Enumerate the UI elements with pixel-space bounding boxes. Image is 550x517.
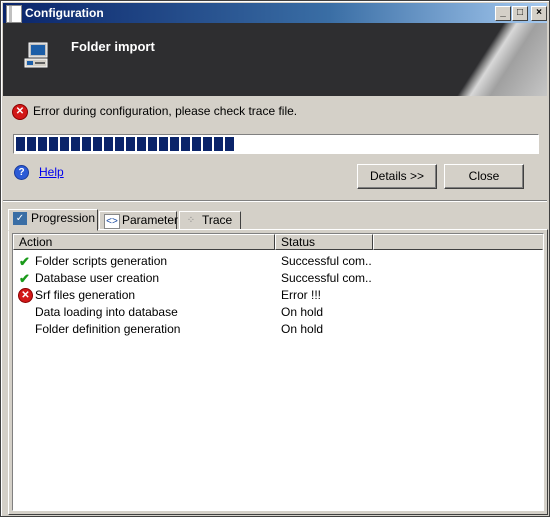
action-cell: Folder definition generation xyxy=(35,322,181,336)
tab-parameter[interactable]: <> Parameter xyxy=(99,211,179,231)
progress-segment xyxy=(38,137,47,151)
progress-segment xyxy=(16,137,25,151)
checkmark-icon: ✔ xyxy=(19,271,30,286)
banner-title: Folder import xyxy=(71,39,155,54)
status-cell: On hold xyxy=(281,322,324,336)
progress-segment xyxy=(170,137,179,151)
progress-fill xyxy=(16,137,236,151)
divider xyxy=(3,200,547,202)
action-list[interactable]: Action Status ✔ Folder scripts generatio… xyxy=(12,233,544,511)
table-row[interactable]: Data loading into database On hold xyxy=(13,304,543,321)
title-bar[interactable]: Configuration _ □ × xyxy=(3,3,547,23)
progress-segment xyxy=(137,137,146,151)
status-cell: Error !!! xyxy=(281,288,322,302)
app-icon xyxy=(6,5,22,23)
tab-label: Progression xyxy=(31,211,96,225)
progress-segment xyxy=(82,137,91,151)
progress-segment xyxy=(49,137,58,151)
action-cell: Folder scripts generation xyxy=(35,254,168,268)
help-icon[interactable]: ? xyxy=(14,165,29,180)
close-button[interactable]: Close xyxy=(444,164,524,189)
tab-label: Trace xyxy=(202,213,233,227)
tab-progression[interactable]: ✓ Progression xyxy=(8,209,98,231)
progress-segment xyxy=(181,137,190,151)
details-button[interactable]: Details >> xyxy=(357,164,437,189)
trace-icon: ⁘ xyxy=(186,215,196,226)
window-title: Configuration xyxy=(25,6,104,20)
banner-decoration xyxy=(429,23,547,96)
progress-segment xyxy=(115,137,124,151)
error-icon: ✕ xyxy=(12,104,28,120)
progress-segment xyxy=(192,137,201,151)
progress-segment xyxy=(159,137,168,151)
progress-segment xyxy=(27,137,36,151)
configuration-window: Configuration _ □ × Folder import ✕ Erro… xyxy=(0,0,550,517)
table-row[interactable]: ✕ Srf files generation Error !!! xyxy=(13,287,543,304)
progress-segment xyxy=(126,137,135,151)
status-cell: On hold xyxy=(281,305,324,319)
progress-segment xyxy=(60,137,69,151)
table-row[interactable]: ✔ Database user creation Successful com.… xyxy=(13,270,543,287)
error-icon: ✕ xyxy=(18,288,33,303)
help-link[interactable]: Help xyxy=(39,165,64,179)
column-header-action[interactable]: Action xyxy=(13,234,275,250)
status-cell: Successful com... xyxy=(281,254,371,268)
table-row[interactable]: Folder definition generation On hold xyxy=(13,321,543,338)
checkmark-icon: ✔ xyxy=(19,254,30,269)
action-cell: Data loading into database xyxy=(35,305,178,319)
parameter-icon: <> xyxy=(104,214,120,229)
action-cell: Database user creation xyxy=(35,271,160,285)
computer-monitor-icon xyxy=(24,42,48,68)
header-banner: Folder import xyxy=(3,23,547,96)
progress-segment xyxy=(214,137,223,151)
close-window-button[interactable]: × xyxy=(531,6,547,21)
tab-panel: Action Status ✔ Folder scripts generatio… xyxy=(8,229,548,515)
progress-segment xyxy=(93,137,102,151)
tab-label: Parameter xyxy=(122,213,179,227)
column-header-status[interactable]: Status xyxy=(275,234,373,250)
progress-segment xyxy=(203,137,212,151)
minimize-button[interactable]: _ xyxy=(495,6,511,21)
progress-segment xyxy=(225,137,234,151)
tab-trace[interactable]: ⁘ Trace xyxy=(179,211,241,231)
table-row[interactable]: ✔ Folder scripts generation Successful c… xyxy=(13,253,543,270)
status-cell: Successful com... xyxy=(281,271,371,285)
progress-segment xyxy=(71,137,80,151)
progression-icon: ✓ xyxy=(13,212,27,225)
column-header-filler xyxy=(373,234,543,250)
error-message: Error during configuration, please check… xyxy=(33,104,298,118)
action-cell: Srf files generation xyxy=(35,288,136,302)
maximize-button[interactable]: □ xyxy=(512,6,528,21)
progress-segment xyxy=(148,137,157,151)
progress-bar xyxy=(13,134,539,154)
progress-segment xyxy=(104,137,113,151)
